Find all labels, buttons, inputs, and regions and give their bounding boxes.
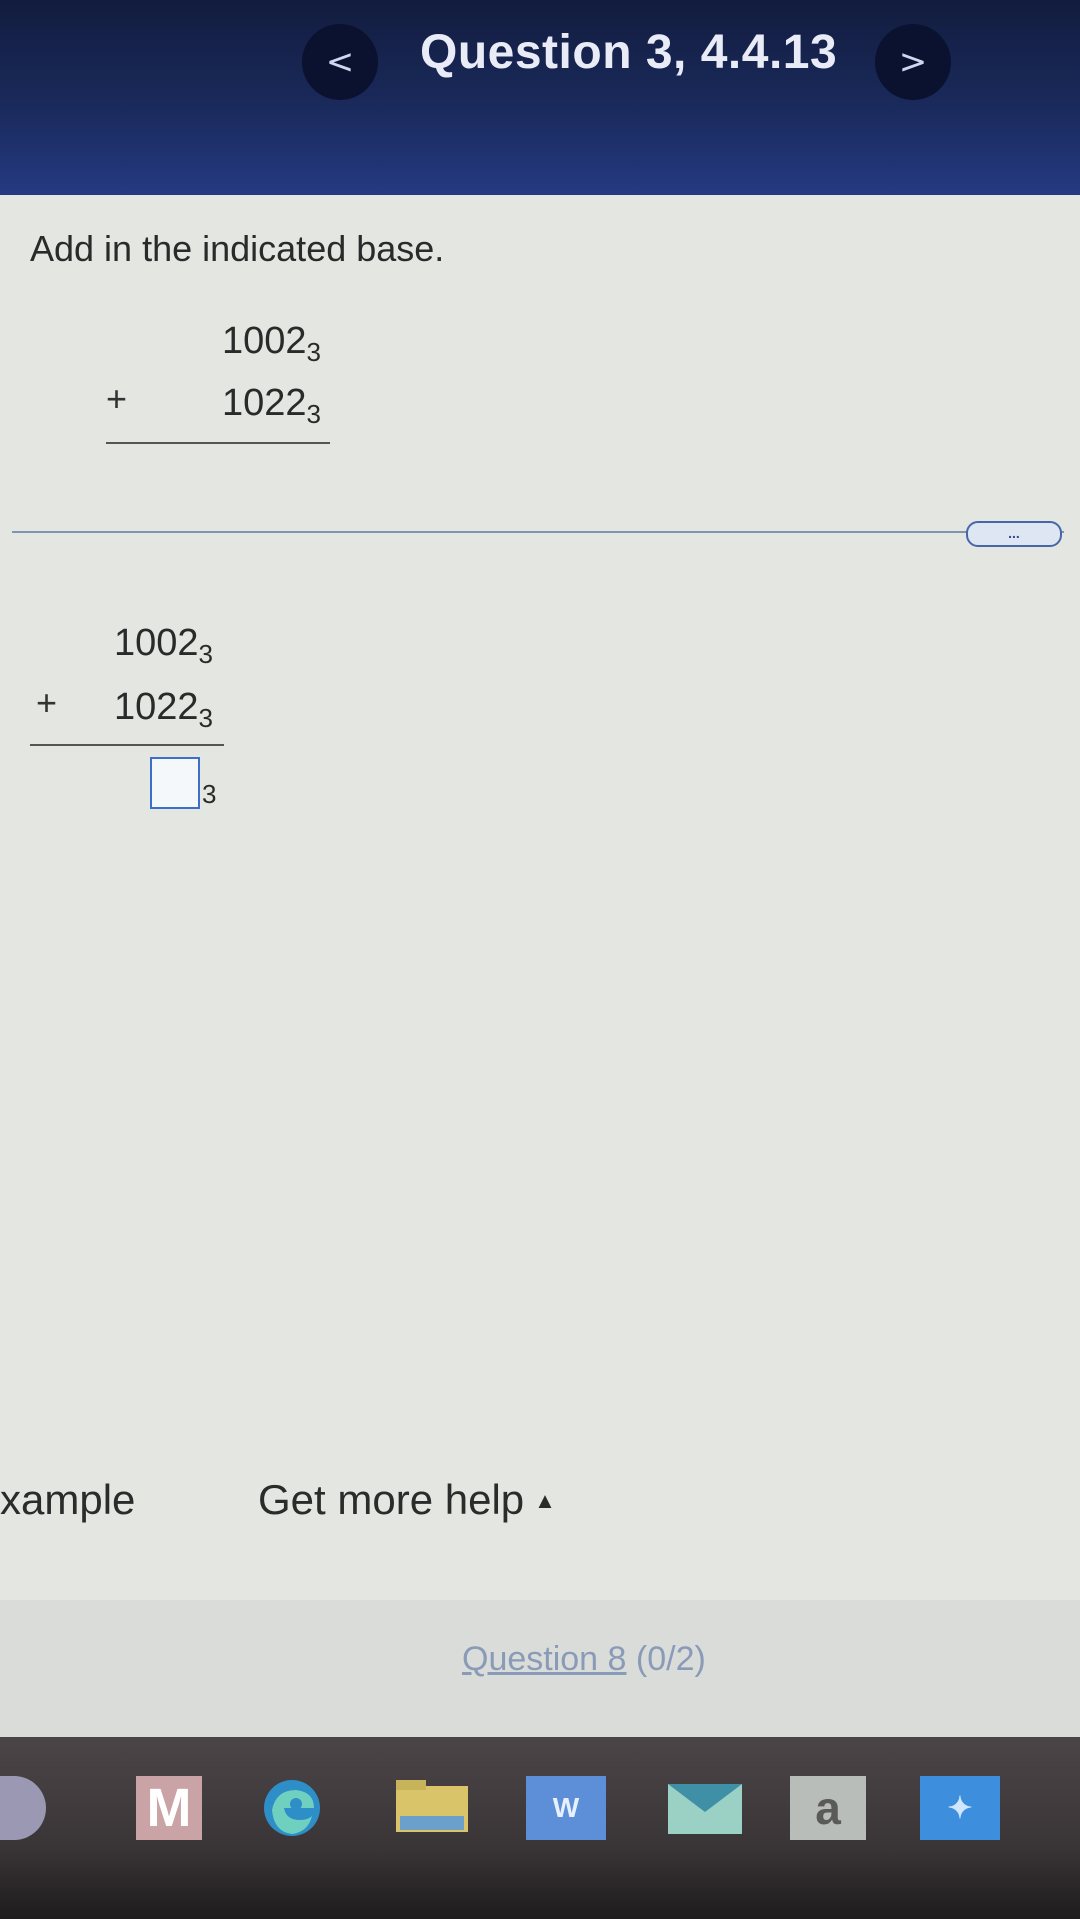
amazon-letter: a (815, 1782, 841, 1834)
work-plus-sign: + (36, 682, 58, 723)
section-divider (12, 531, 1064, 533)
problem-plus-sign: + (106, 378, 128, 419)
next-question-button[interactable]: > (875, 24, 951, 100)
work-sum-line (30, 744, 224, 746)
previous-question-button[interactable]: < (302, 24, 378, 100)
chevron-right-icon: > (898, 42, 928, 82)
problem-addend-2: 10223 (222, 382, 322, 429)
mail-letter: M (146, 1778, 192, 1838)
answer-input[interactable] (150, 757, 200, 809)
taskbar-amazon-icon[interactable]: a (790, 1776, 866, 1840)
taskbar-file-explorer-icon[interactable] (392, 1776, 472, 1840)
question-instruction: Add in the indicated base. (30, 228, 445, 269)
view-example-button[interactable]: xample (0, 1476, 135, 1524)
work-addend-1: 10023 (114, 622, 214, 669)
word-letter: W (552, 1792, 580, 1823)
work-addend-2: 10223 (114, 686, 214, 733)
expand-more-button[interactable]: ... (966, 521, 1062, 547)
problem-addend-1: 10023 (222, 320, 322, 367)
chevron-left-icon: < (325, 42, 355, 82)
get-more-help-label: Get more help (258, 1476, 525, 1523)
dropbox-glyph: ✦ (947, 1791, 973, 1825)
get-more-help-button[interactable]: Get more help ▲ (258, 1476, 556, 1524)
caret-up-icon: ▲ (534, 1488, 556, 1513)
question-score: (0/2) (635, 1640, 706, 1678)
question-content (0, 195, 1080, 1600)
taskbar-mail-icon[interactable]: M (136, 1776, 202, 1840)
page-title: Question 3, 4.4.13 (420, 26, 838, 79)
answer-base-subscript: 3 (202, 779, 217, 809)
question-link[interactable]: Question 8 (462, 1640, 626, 1678)
taskbar-mail-app-icon[interactable] (664, 1776, 746, 1840)
problem-sum-line (106, 442, 330, 444)
question-progress[interactable]: Question 8 (0/2) (462, 1640, 706, 1679)
taskbar-word-icon[interactable]: W (526, 1776, 606, 1840)
taskbar-edge-icon[interactable] (256, 1776, 328, 1840)
taskbar-dropbox-icon[interactable]: ✦ (920, 1776, 1000, 1840)
